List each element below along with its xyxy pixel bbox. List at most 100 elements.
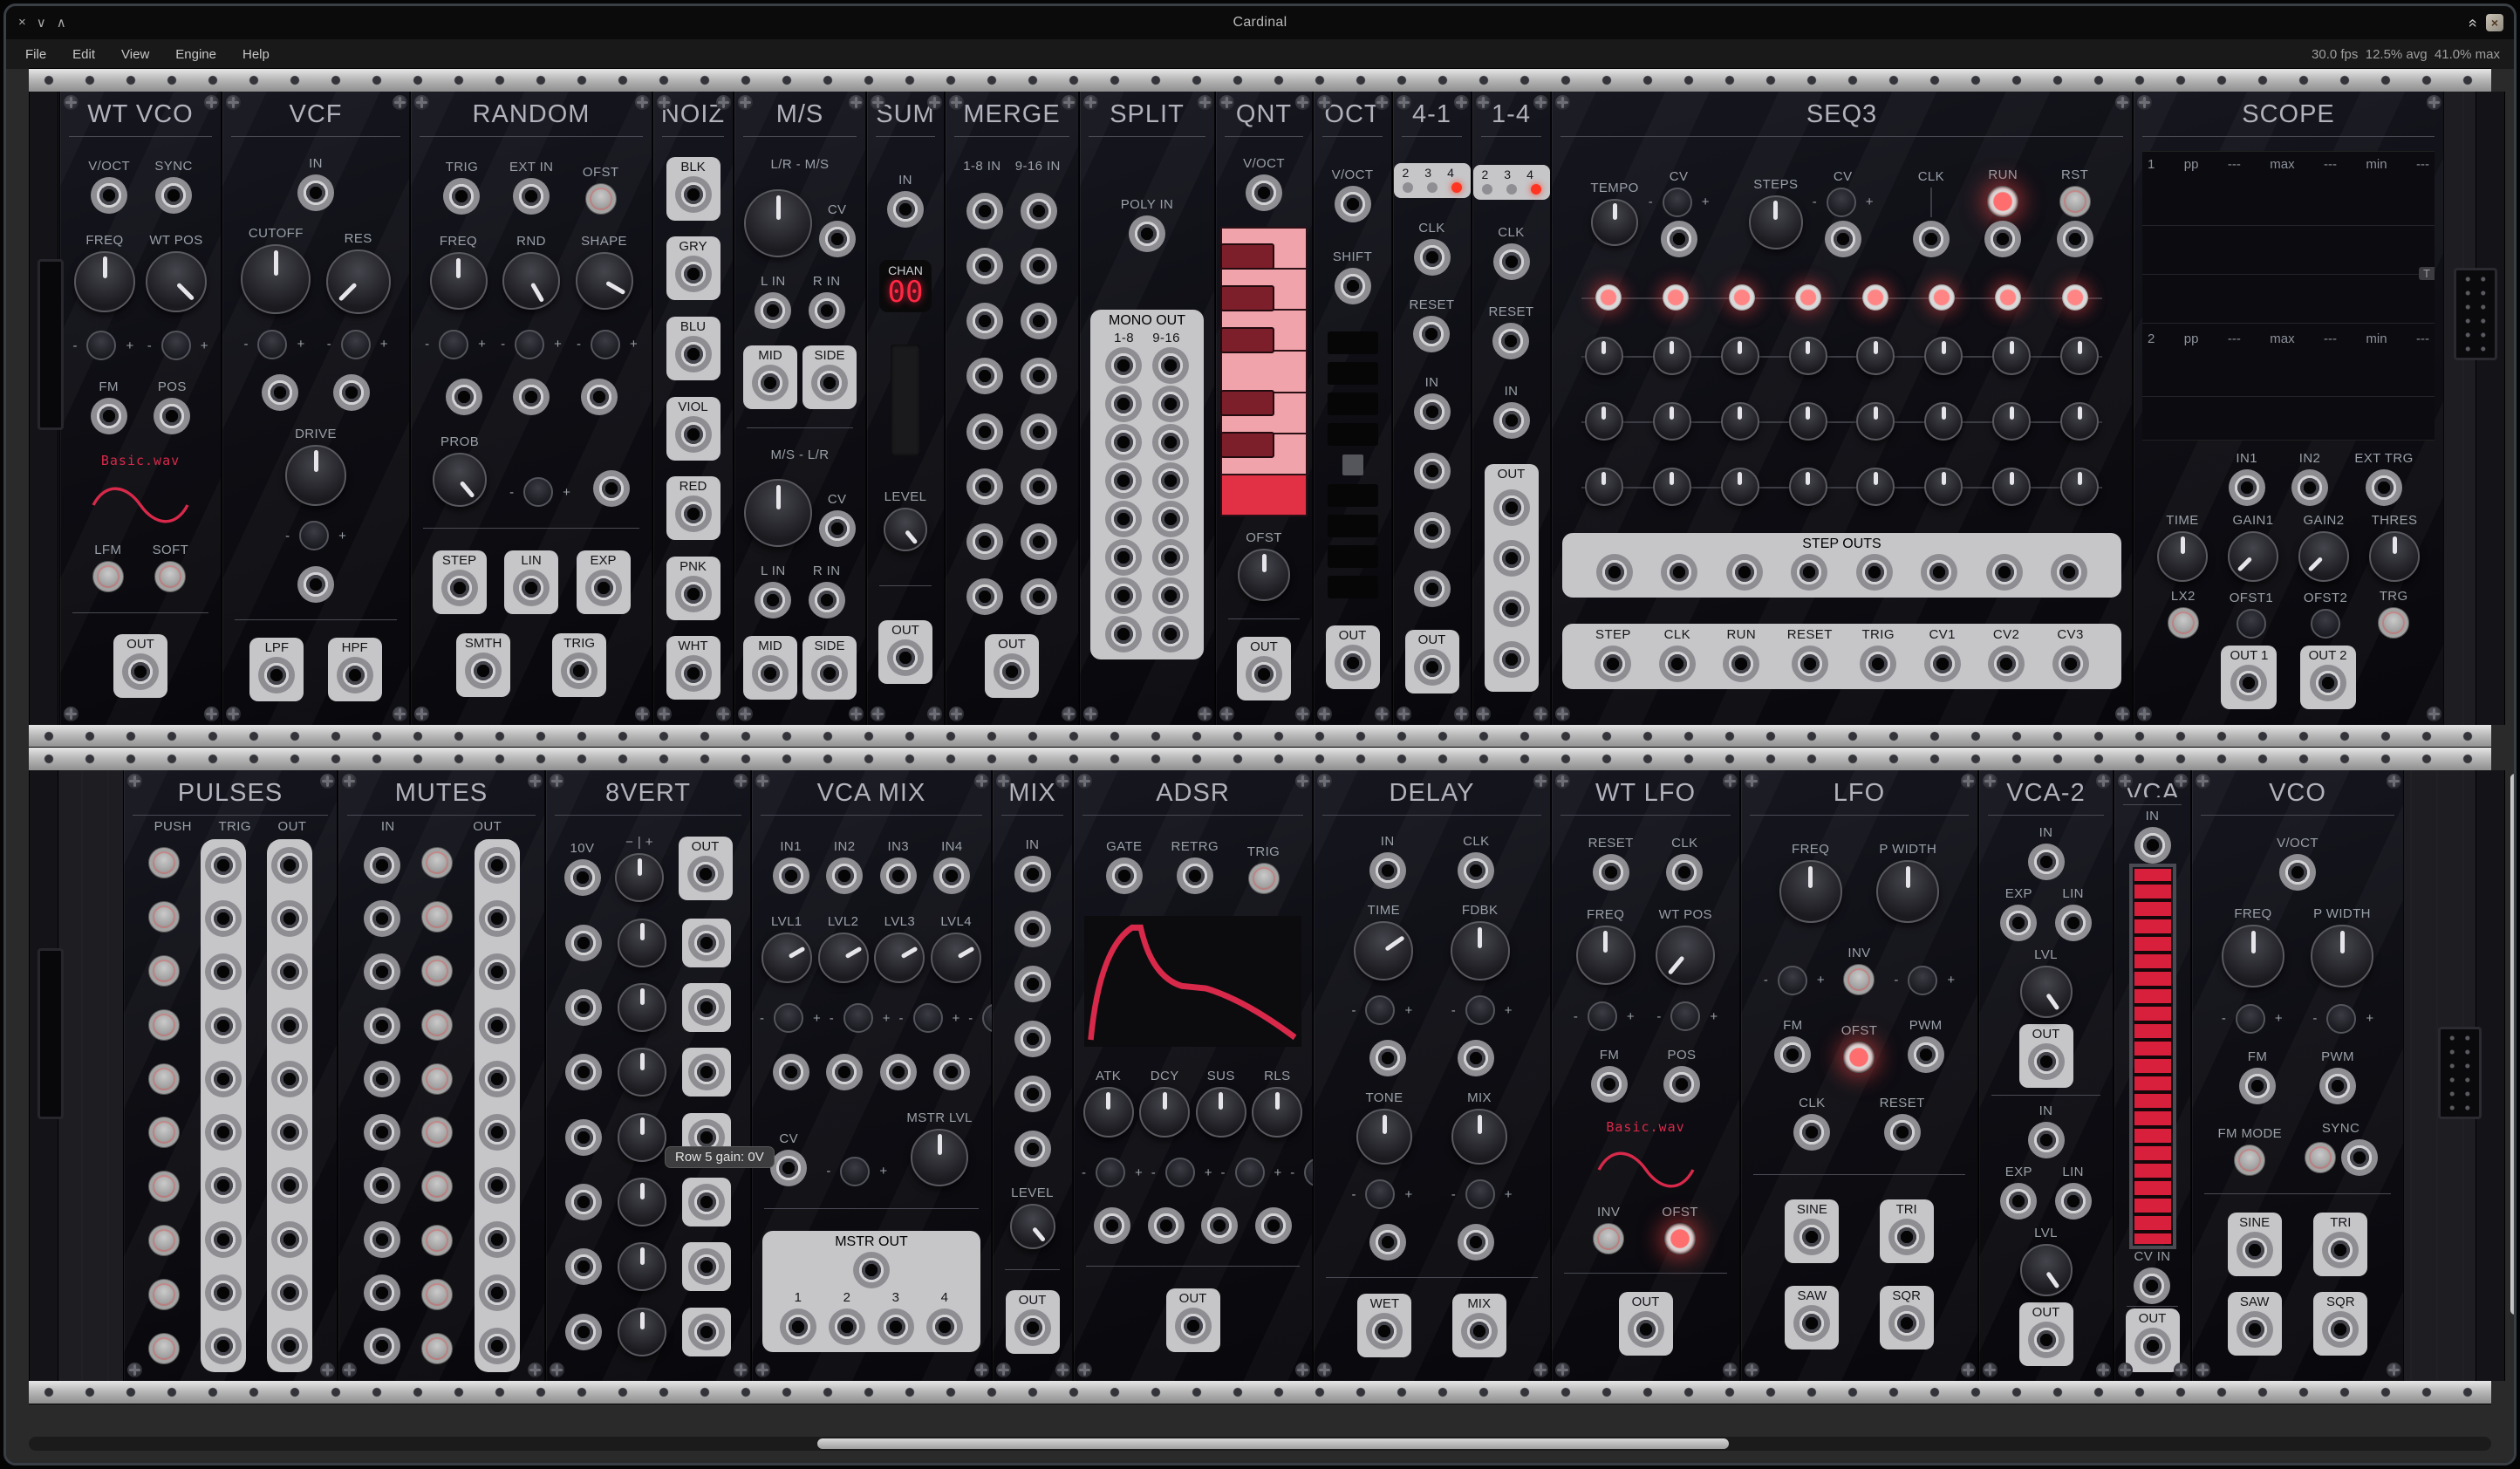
module-m-s[interactable]: M/SL/R - M/SCVL INR INMIDSIDEM/S - L/RCV… (734, 92, 866, 725)
port-out-3[interactable] (1493, 591, 1530, 627)
port-row-7[interactable] (271, 1167, 308, 1204)
knob-lvl3[interactable] (874, 933, 925, 983)
port-in2[interactable] (2291, 469, 2328, 506)
port-jack[interactable] (1369, 1224, 1406, 1261)
port-jack[interactable] (1105, 616, 1142, 653)
module-vca-mix[interactable]: VCA MIXIN1IN2IN3IN4LVL1LVL2LVL3LVL4-+-+-… (751, 770, 992, 1381)
port-jack[interactable] (1021, 523, 1057, 560)
rack[interactable]: WT VCOV/OCTSYNCFREQWT POS-+-+FMPOSBasic.… (6, 69, 2514, 1463)
knob-steps[interactable] (1749, 195, 1803, 249)
port-row-2[interactable] (364, 900, 400, 937)
trim-knob-ofst2[interactable] (2311, 609, 2340, 639)
port-jack[interactable] (880, 1054, 917, 1090)
horizontal-scrollbar-thumb[interactable] (817, 1438, 1729, 1449)
port-jack[interactable] (966, 193, 1003, 229)
port-row-6[interactable] (364, 1114, 400, 1151)
black-key[interactable] (1220, 390, 1274, 416)
module-8vert[interactable]: 8VERT10V− | +OUT (545, 770, 751, 1381)
menu-view[interactable]: View (111, 44, 160, 65)
port-out-7[interactable] (688, 1248, 725, 1285)
port-jack[interactable] (1105, 424, 1142, 461)
port-out-8[interactable] (688, 1314, 725, 1350)
knob-p-width[interactable] (2311, 925, 2373, 987)
step-button-6[interactable] (1929, 284, 1955, 311)
port-out[interactable] (122, 653, 159, 690)
gain-knob-3[interactable] (618, 983, 666, 1032)
port-jack[interactable] (1021, 248, 1057, 284)
step-button-2[interactable] (1663, 284, 1689, 311)
trim-knob[interactable] (2326, 1004, 2356, 1034)
port-smth[interactable] (465, 653, 502, 689)
port-row-5[interactable] (479, 1061, 516, 1097)
port-side[interactable] (811, 655, 848, 692)
seq-knob-7[interactable] (1992, 337, 2031, 375)
port-viol[interactable] (675, 416, 712, 453)
module-vca[interactable]: VCAINCV INOUT (2114, 770, 2191, 1381)
port-mid[interactable] (752, 655, 789, 692)
port-side[interactable] (811, 365, 848, 401)
octave-segment[interactable] (1328, 515, 1378, 537)
port-reset[interactable] (1593, 854, 1629, 891)
trim-knob[interactable] (1096, 1158, 1125, 1187)
port-reset[interactable] (1492, 323, 1529, 359)
knob-freq[interactable] (2222, 925, 2284, 987)
module-mutes[interactable]: MUTESINOUT (338, 770, 545, 1381)
button-soft[interactable] (154, 561, 186, 592)
knob-jack[interactable] (744, 189, 812, 257)
step-button-4[interactable] (1795, 284, 1821, 311)
level-fader[interactable] (891, 345, 920, 456)
row-button-7[interactable] (148, 1171, 180, 1202)
port-in[interactable] (1414, 393, 1451, 430)
trim-knob[interactable] (1827, 188, 1856, 217)
port-fm[interactable] (91, 398, 127, 434)
port-row-10[interactable] (205, 1328, 242, 1364)
row-button-3[interactable] (148, 955, 180, 987)
menu-engine[interactable]: Engine (165, 44, 227, 65)
port-row-8[interactable] (271, 1221, 308, 1258)
port-jack[interactable] (1414, 512, 1451, 549)
port-saw[interactable] (1793, 1305, 1830, 1342)
port-jack[interactable] (581, 379, 618, 415)
port-v-oct[interactable] (2279, 854, 2316, 891)
trigger-marker[interactable]: T (2419, 267, 2435, 280)
port-pos[interactable] (1663, 1066, 1700, 1103)
knob-time[interactable] (2157, 531, 2208, 582)
port-jack[interactable] (513, 379, 550, 415)
knob-mstr-lvl[interactable] (911, 1129, 968, 1186)
module-vca-2[interactable]: VCA-2INEXPLINLVLOUTINEXPLINLVLOUT (1978, 770, 2114, 1381)
seq-knob-5[interactable] (1856, 402, 1895, 441)
seq-knob-7[interactable] (1992, 402, 2031, 441)
seq-knob-2[interactable] (1653, 402, 1691, 441)
port-out-3[interactable] (878, 1308, 914, 1345)
seq-knob-3[interactable] (1721, 337, 1759, 375)
port-clk[interactable] (1414, 239, 1451, 276)
port-row-9[interactable] (479, 1274, 516, 1311)
octave-segment[interactable] (1328, 484, 1378, 507)
port-jack[interactable] (1105, 539, 1142, 576)
port-jack[interactable] (773, 1054, 809, 1090)
knob-gain1[interactable] (2228, 531, 2278, 582)
gain-knob-5[interactable] (618, 1113, 666, 1162)
port-mid[interactable] (752, 365, 789, 401)
port-ext-trg[interactable] (2366, 469, 2402, 506)
trim-knob[interactable] (1778, 966, 1807, 995)
knob-lvl1[interactable] (761, 933, 812, 983)
knob-level[interactable] (1010, 1204, 1055, 1249)
port-v-oct[interactable] (1335, 186, 1371, 222)
port-jack[interactable] (966, 248, 1003, 284)
trim-knob[interactable] (523, 477, 553, 507)
module-vco[interactable]: VCOV/OCTFREQP WIDTH-+-+FMPWMFM MODESYNCS… (2191, 770, 2404, 1381)
seq-knob-3[interactable] (1721, 468, 1759, 506)
port-row-5[interactable] (205, 1061, 242, 1097)
black-key[interactable] (1220, 327, 1274, 353)
octave-segment[interactable] (1328, 362, 1378, 385)
knob-freq[interactable] (430, 252, 488, 310)
port-jack[interactable] (966, 303, 1003, 339)
knob-shape[interactable] (576, 252, 633, 310)
seq-knob-3[interactable] (1721, 402, 1759, 441)
port-sqr[interactable] (1888, 1305, 1925, 1342)
knob-res[interactable] (326, 249, 391, 314)
port-out[interactable] (994, 653, 1030, 690)
port-in1[interactable] (773, 857, 809, 894)
knob-freq[interactable] (74, 251, 135, 312)
